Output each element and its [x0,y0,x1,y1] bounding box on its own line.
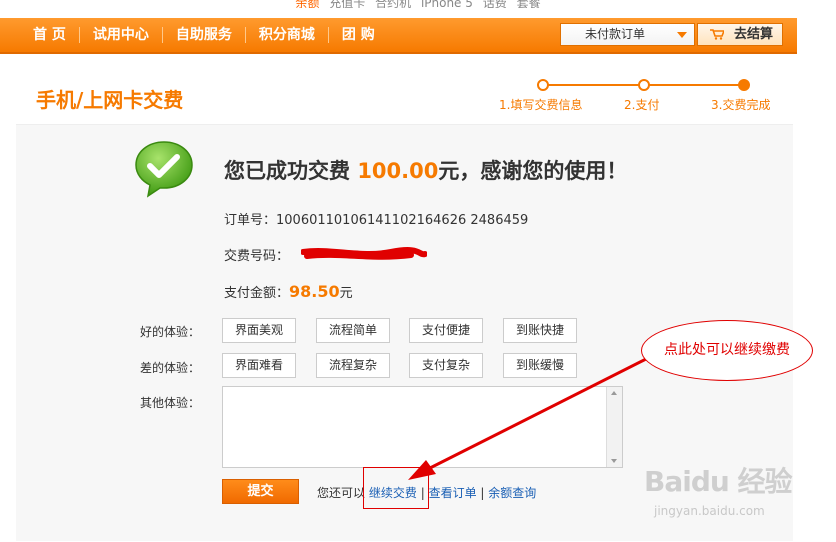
main-navbar: 首 页 试用中心 自助服务 积分商城 团 购 未付款订单 去结算 [0,18,797,54]
bad-experience-label: 差的体验： [140,361,201,375]
scroll-up-icon[interactable] [611,391,617,395]
redaction-scribble [301,247,427,260]
highlight-box [363,467,429,509]
checkout-button[interactable]: 去结算 [697,23,783,46]
order-number-value: 10060110106141102164626 2486459 [276,213,529,228]
bad-tag-button[interactable]: 流程复杂 [316,353,390,378]
step-label-1: 1.填写交费信息 [499,98,583,112]
view-orders-link[interactable]: 查看订单 [429,486,477,500]
baidu-watermark: Baidu 经验 jingyan.baidu.com [640,452,800,522]
step-label-3: 3.交费完成 [711,98,771,112]
good-tag-button[interactable]: 界面美观 [222,318,296,343]
good-tag-button[interactable]: 到账快捷 [503,318,577,343]
success-prefix: 您已成功交费 [224,159,350,183]
cart-icon [710,29,724,40]
progress-steps: 1.填写交费信息 2.支付 3.交费完成 [490,78,790,118]
nav-item-points-mall[interactable]: 积分商城 [246,27,329,43]
success-message: 您已成功交费 100.00元，感谢您的使用！ [224,155,627,185]
step-label-2: 2.支付 [624,98,660,112]
unpaid-orders-dropdown[interactable]: 未付款订单 [560,23,695,46]
top-link[interactable]: 充值卡 [329,0,365,8]
submit-button[interactable]: 提交 [222,479,299,504]
good-tag-button[interactable]: 支付便捷 [409,318,483,343]
paid-amount-value: 98.50 [289,282,340,301]
textarea-scrollbar[interactable] [606,387,622,467]
top-link[interactable]: 合约机 [375,0,411,8]
checkout-label: 去结算 [734,27,774,42]
paid-amount-unit: 元 [339,286,353,301]
link-separator: | [480,486,485,500]
other-experience-label: 其他体验： [140,396,201,410]
nav-menu: 首 页 试用中心 自助服务 积分商城 团 购 [20,18,388,52]
bad-tag-button[interactable]: 支付复杂 [409,353,483,378]
step-dot-3 [738,79,750,91]
top-link[interactable]: iPhone 5 [421,0,473,8]
order-number-row: 订单号：10060110106141102164626 2486459 [224,209,528,228]
top-link[interactable]: 套餐 [517,0,541,8]
order-number-label: 订单号： [224,213,277,228]
good-experience-label: 好的体验： [140,325,201,339]
nav-item-group-buy[interactable]: 团 购 [329,27,388,43]
step-dot-2 [638,79,650,91]
bad-tag-button[interactable]: 到账缓慢 [503,353,577,378]
nav-item-self-service[interactable]: 自助服务 [163,27,246,43]
good-tag-button[interactable]: 流程简单 [316,318,390,343]
pay-number-label: 交费号码： [224,249,290,264]
bad-tag-button[interactable]: 界面难看 [222,353,296,378]
page-title: 手机/上网卡交费 [36,88,184,112]
top-link[interactable]: 话费 [483,0,507,8]
scroll-down-icon[interactable] [611,459,617,463]
unpaid-orders-label: 未付款订单 [585,27,646,41]
balance-query-link[interactable]: 余额查询 [488,486,536,500]
top-link[interactable]: 余额 [295,0,319,8]
success-amount: 100.00 [357,159,439,183]
other-experience-textarea[interactable] [222,386,623,468]
paid-amount-row: 支付金额：98.50元 [224,282,353,301]
nav-item-trial[interactable]: 试用中心 [80,27,163,43]
annotation-bubble: 点此处可以继续缴费 [641,320,813,381]
watermark-brand: Baidu 经验 [644,465,793,498]
pay-number-row: 交费号码： [224,245,289,264]
success-suffix: 元，感谢您的使用！ [438,159,628,183]
watermark-site: jingyan.baidu.com [654,504,765,518]
chevron-down-icon [677,32,687,38]
success-check-icon [135,141,193,198]
nav-item-home[interactable]: 首 页 [20,27,80,43]
next-actions-prefix: 您还可以 [317,486,366,500]
paid-amount-label: 支付金额： [224,286,290,301]
top-links: 余额 充值卡 合约机 iPhone 5 话费 套餐 [0,0,836,8]
step-dot-1 [537,79,549,91]
